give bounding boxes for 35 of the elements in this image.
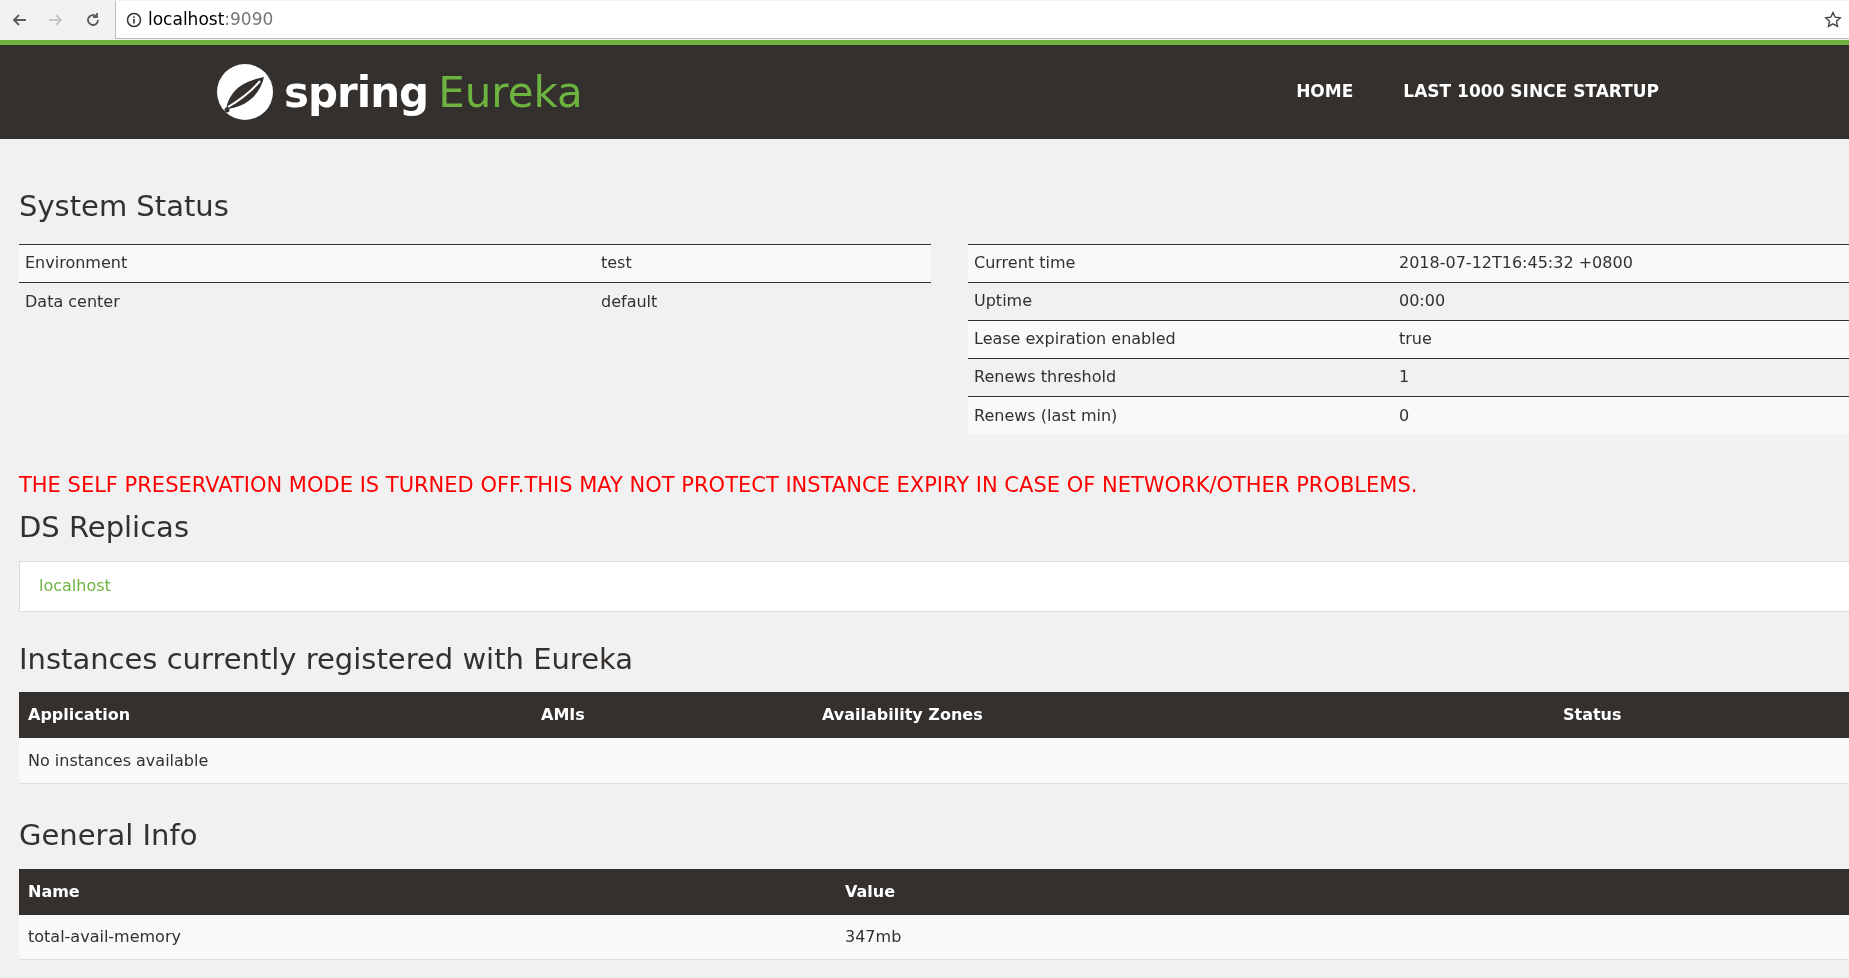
column-header: Value: [836, 868, 1849, 915]
table-cell: test: [595, 244, 931, 283]
column-header: AMIs: [532, 692, 813, 739]
table-cell: 0: [1393, 396, 1849, 435]
table-cell: Uptime: [968, 282, 1393, 321]
address-bar[interactable]: localhost:9090: [115, 1, 1849, 39]
nav-link[interactable]: LAST 1000 SINCE STARTUP: [1403, 79, 1659, 105]
section-heading: General Info: [19, 817, 199, 853]
table-cell: Current time: [968, 244, 1393, 283]
column-header: Status: [1554, 692, 1849, 739]
bookmark-star-icon[interactable]: [1823, 10, 1842, 29]
section-heading: Instances currently registered with Eureka: [19, 641, 635, 677]
table-cell: total-avail-memory: [19, 914, 836, 960]
table-cell: 2018-07-12T16:45:32 +0800: [1393, 244, 1849, 283]
info-icon[interactable]: [126, 11, 142, 28]
logo-product-text: Eureka: [438, 66, 583, 119]
table-cell: Environment: [19, 244, 595, 283]
logo-text: spring: [284, 66, 429, 119]
nav-link[interactable]: HOME: [1296, 79, 1354, 105]
column-header: Application: [19, 692, 532, 739]
warning-message: THE SELF PRESERVATION MODE IS TURNED OFF.THIS MAY NOT PROTECT INSTANCE EXPIRY IN CASE OF NETWORK/OTHER PROBLEMS.: [19, 472, 1419, 500]
empty-message: No instances available: [19, 738, 1849, 784]
leaf-logo-icon: [216, 63, 274, 121]
table-cell: true: [1393, 320, 1849, 359]
section-heading: System Status: [19, 189, 230, 224]
url-text: localhost:9090: [148, 7, 274, 31]
table-cell: 00:00: [1393, 282, 1849, 321]
column-header: Availability Zones: [813, 692, 1554, 739]
table-cell: Lease expiration enabled: [968, 320, 1393, 359]
table-cell: 347mb: [836, 914, 1849, 960]
section-heading: DS Replicas: [19, 509, 190, 545]
table-cell: Renews (last min): [968, 396, 1393, 435]
column-header: Name: [19, 868, 836, 915]
table-cell: Renews threshold: [968, 358, 1393, 397]
table-cell: 1: [1393, 358, 1849, 397]
